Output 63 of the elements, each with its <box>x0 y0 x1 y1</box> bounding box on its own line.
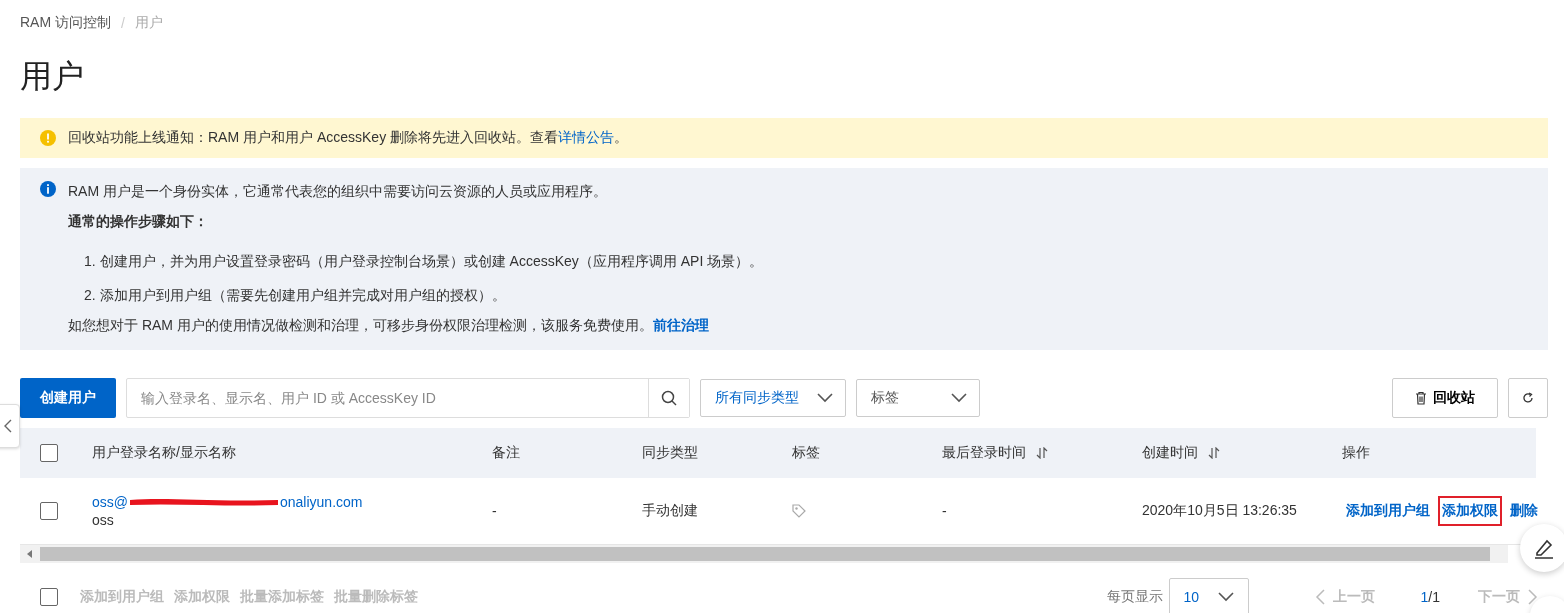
edit-floating-button[interactable] <box>1520 524 1564 572</box>
step-number: 1. <box>84 252 96 271</box>
action-link[interactable]: 添加权限 <box>1438 496 1502 526</box>
sidebar-toggle[interactable] <box>0 404 20 448</box>
refresh-icon <box>1522 392 1534 404</box>
column-header: 最后登录时间 <box>942 444 1026 462</box>
page-indicator: 1/1 <box>1420 589 1440 605</box>
scroll-left-arrow-icon[interactable] <box>26 550 34 558</box>
info-footer-text: 如您想对于 RAM 用户的使用情况做检测和治理，可移步身份权限治理检测，该服务免费使用。前往治理 <box>68 316 710 335</box>
pencil-icon <box>1533 537 1555 559</box>
announcement-link[interactable]: 详情公告 <box>558 129 615 145</box>
login-name-link[interactable]: oss@ <box>92 494 128 510</box>
create-user-button[interactable]: 创建用户 <box>20 378 116 418</box>
column-header: 操作 <box>1342 444 1370 462</box>
steps-heading: 通常的操作步骤如下： <box>68 212 209 231</box>
search-icon <box>661 390 677 406</box>
table-cell-text: - <box>942 503 948 519</box>
info-icon <box>40 181 56 197</box>
sort-icon[interactable] <box>1036 447 1048 459</box>
breadcrumb-item[interactable]: RAM 访问控制 <box>20 14 111 32</box>
breadcrumb-item: 用户 <box>134 14 163 32</box>
page-size-label: 每页显示 <box>1106 588 1163 606</box>
table-cell-text: 手动创建 <box>642 502 699 520</box>
chevron-down-icon <box>817 393 833 403</box>
step-text: 创建用户，并为用户设置登录密码（用户登录控制台场景）或创建 AccessKey（应用程序调用 API 场景）。 <box>99 252 764 271</box>
trash-icon <box>1415 391 1427 405</box>
chevron-right-icon <box>1528 589 1538 605</box>
sync-type-dropdown[interactable]: 所有同步类型 <box>700 379 846 417</box>
page-size-dropdown[interactable]: 10 <box>1168 578 1249 613</box>
tag-dropdown[interactable]: 标签 <box>856 379 980 417</box>
column-header: 同步类型 <box>642 444 698 462</box>
chevron-left-icon <box>1314 589 1325 605</box>
chevron-down-icon <box>951 393 967 403</box>
governance-link[interactable]: 前往治理 <box>652 317 709 333</box>
column-header: 创建时间 <box>1142 444 1198 462</box>
action-link[interactable]: 删除 <box>1506 496 1542 526</box>
notice-text: 回收站功能上线通知：RAM 用户和用户 AccessKey 删除将先进入回收站。查看详情公告。 <box>68 129 629 147</box>
checkbox[interactable] <box>40 502 58 520</box>
column-header: 用户登录名称/显示名称 <box>92 444 236 462</box>
checkbox[interactable] <box>40 588 58 606</box>
checkbox[interactable] <box>40 444 58 462</box>
step-text: 添加用户到用户组（需要先创建用户组并完成对用户组的授权）。 <box>99 286 506 305</box>
recycle-bin-button[interactable]: 回收站 <box>1392 378 1498 418</box>
sort-icon[interactable] <box>1208 447 1220 459</box>
column-header: 标签 <box>792 444 820 462</box>
chevron-left-icon <box>4 419 12 433</box>
breadcrumb-separator: / <box>121 15 125 31</box>
info-text: RAM 用户是一个身份实体，它通常代表您的组织中需要访问云资源的人员或应用程序。 <box>68 182 608 201</box>
action-link[interactable]: 添加到用户组 <box>1342 496 1434 526</box>
chevron-down-icon <box>1217 592 1234 602</box>
display-name: oss <box>92 512 115 528</box>
horizontal-scrollbar[interactable] <box>20 545 1508 563</box>
step-number: 2. <box>84 286 96 305</box>
login-name-link[interactable]: onaliyun.com <box>280 494 363 510</box>
search-field[interactable]: 输入登录名、显示名、用户 ID 或 AccessKey ID <box>126 378 690 418</box>
table-cell-text: 2020年10月5日 13:26:35 <box>1142 502 1298 520</box>
table-cell-text: - <box>492 503 498 519</box>
search-input[interactable]: 输入登录名、显示名、用户 ID 或 AccessKey ID <box>127 380 648 416</box>
column-header: 备注 <box>492 444 520 462</box>
search-button[interactable] <box>648 379 689 417</box>
warning-icon <box>40 130 56 146</box>
page-title: 用户 <box>20 57 85 96</box>
refresh-button[interactable] <box>1508 378 1548 418</box>
